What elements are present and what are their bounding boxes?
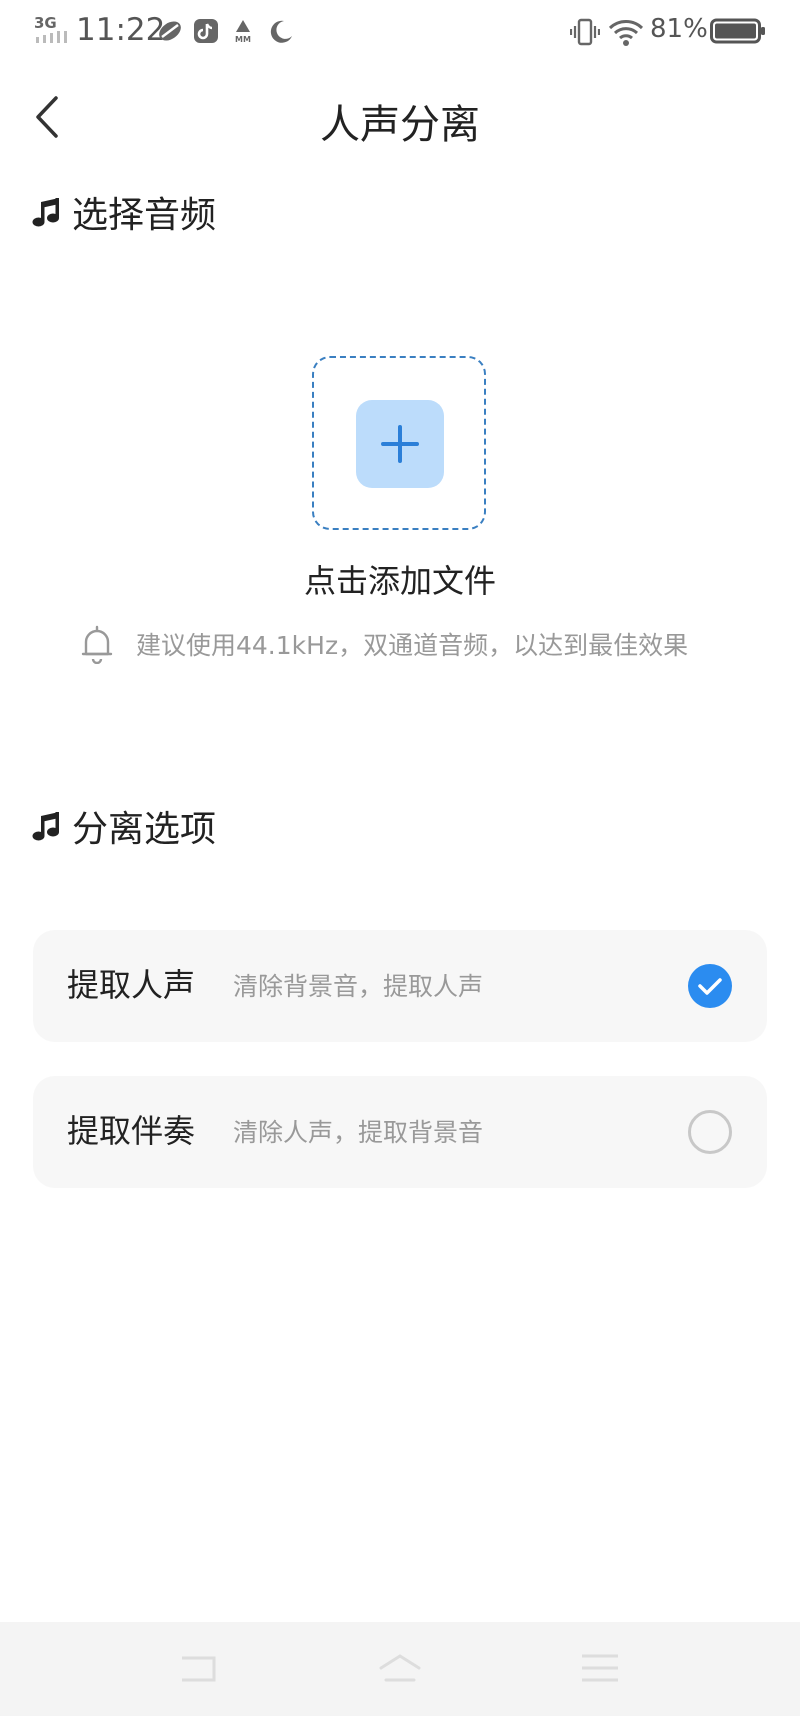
add-file-label: 点击添加文件 xyxy=(303,562,496,600)
clock: 11:22 xyxy=(76,12,166,48)
battery-percent: 81% xyxy=(650,14,708,44)
option-name: 提取伴奏 xyxy=(67,1112,196,1150)
section-title: 分离选项 xyxy=(72,809,217,850)
option-description: 清除背景音，提取人声 xyxy=(233,972,484,1001)
music-note-icon xyxy=(32,198,59,227)
select-audio-heading: 选择音频 xyxy=(32,189,217,236)
mm-icon: MM xyxy=(235,20,251,44)
svg-text:MM: MM xyxy=(235,35,251,44)
moon-icon xyxy=(270,20,292,43)
tiktok-icon xyxy=(194,19,218,43)
menu-icon[interactable] xyxy=(578,1650,622,1686)
music-note-icon xyxy=(32,812,59,841)
recent-apps-icon[interactable] xyxy=(178,1650,222,1686)
radio-checked-icon[interactable] xyxy=(688,964,732,1008)
wifi-icon xyxy=(608,20,644,46)
audio-hint: 建议使用44.1kHz，双通道音频，以达到最佳效果 xyxy=(80,622,688,666)
status-bar: 3G 11:22 MM 81% xyxy=(0,0,800,62)
add-file-button[interactable] xyxy=(312,356,486,530)
battery-icon xyxy=(710,18,765,44)
network-type: 3G xyxy=(34,14,57,32)
page-title: 人声分离 xyxy=(320,102,480,148)
hint-text: 建议使用44.1kHz，双通道音频，以达到最佳效果 xyxy=(136,631,689,660)
signal-icon xyxy=(36,31,67,43)
section-title: 选择音频 xyxy=(72,195,217,236)
home-icon[interactable] xyxy=(378,1650,422,1686)
add-file-tile xyxy=(356,400,444,488)
option-extract-vocals[interactable]: 提取人声 清除背景音，提取人声 xyxy=(33,930,767,1042)
option-description: 清除人声，提取背景音 xyxy=(233,1118,484,1147)
radio-unchecked-icon[interactable] xyxy=(688,1110,732,1154)
option-extract-accompaniment[interactable]: 提取伴奏 清除人声，提取背景音 xyxy=(33,1076,767,1188)
option-name: 提取人声 xyxy=(67,966,196,1004)
separation-options-heading: 分离选项 xyxy=(32,803,217,850)
bell-icon xyxy=(81,625,113,664)
vibrate-icon xyxy=(570,18,600,46)
plus-icon xyxy=(381,425,419,463)
leaf-app-icon xyxy=(159,21,181,41)
